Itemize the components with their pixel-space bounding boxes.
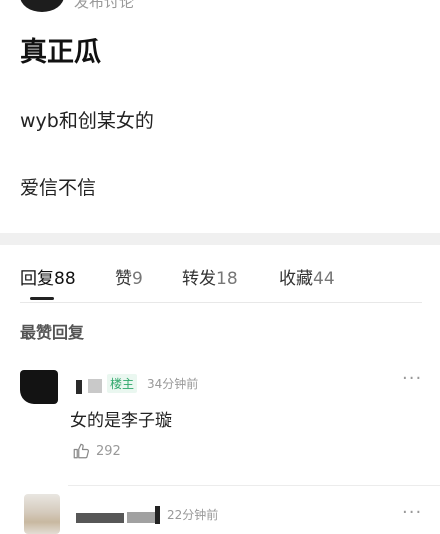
commenter-name-blurred[interactable] [76, 380, 82, 394]
tabs-divider [20, 302, 422, 303]
active-tab-indicator [30, 297, 54, 300]
commenter-name-blurred[interactable] [76, 513, 124, 523]
tab-count: 9 [132, 269, 143, 289]
tab-likes[interactable]: 赞9 [115, 264, 143, 289]
commenter-name-blurred[interactable] [127, 512, 155, 523]
op-badge: 楼主 [107, 374, 138, 393]
more-dots-icon[interactable]: ··· [402, 502, 422, 523]
commenter-avatar[interactable] [24, 494, 60, 534]
commenter-name-blurred[interactable] [88, 379, 102, 393]
commenter-name-blurred[interactable] [155, 506, 160, 524]
more-dots-icon[interactable]: ··· [402, 368, 422, 389]
author-avatar[interactable] [20, 0, 64, 12]
thumbs-up-icon[interactable] [72, 442, 90, 460]
tab-label: 回复 [20, 269, 54, 289]
tab-replies[interactable]: 回复88 [20, 264, 76, 289]
tab-reposts[interactable]: 转发18 [182, 264, 238, 289]
tab-favorites[interactable]: 收藏44 [279, 264, 335, 289]
tab-label: 收藏 [279, 269, 313, 289]
comment-time: 34分钟前 [147, 377, 199, 391]
tab-count: 44 [313, 269, 335, 289]
comment-text: 女的是李子璇 [70, 411, 172, 431]
section-divider [0, 233, 440, 245]
comment-divider [68, 485, 440, 486]
tab-count: 88 [54, 269, 76, 289]
post-body-line: wyb和创某女的 [20, 110, 154, 132]
tab-label: 赞 [115, 269, 132, 289]
comment-time: 22分钟前 [167, 508, 219, 522]
tab-label: 转发 [182, 269, 216, 289]
commenter-avatar[interactable] [20, 370, 58, 404]
like-count: 292 [96, 444, 121, 459]
post-title: 真正瓜 [20, 37, 101, 68]
interaction-tabs: 回复88 赞9 转发18 收藏44 [20, 264, 422, 304]
tab-count: 18 [216, 269, 238, 289]
post-meta: 发布讨论 [74, 0, 135, 11]
section-title: 最赞回复 [20, 323, 85, 342]
post-body-line: 爱信不信 [20, 177, 97, 199]
